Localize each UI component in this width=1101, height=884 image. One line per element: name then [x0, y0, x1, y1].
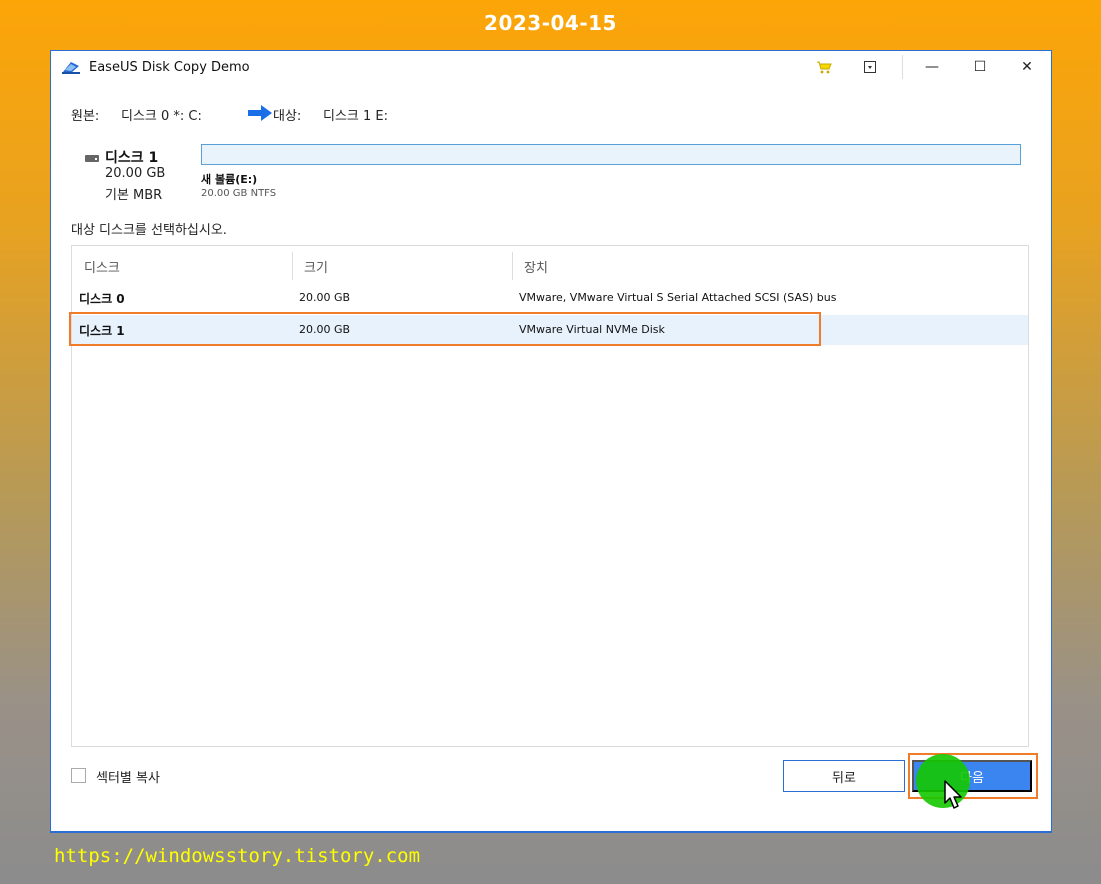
- row-device: VMware, VMware Virtual S Serial Attached…: [519, 291, 837, 304]
- disk-card-name: 디스크 1: [105, 150, 159, 166]
- table-header: 디스크 크기 장치: [72, 246, 1028, 284]
- disk-card-size: 20.00 GB: [105, 166, 166, 181]
- back-button[interactable]: 뒤로: [783, 760, 905, 792]
- row-disk: 디스크 0: [79, 292, 125, 306]
- hard-disk-icon: [85, 155, 99, 162]
- target-value: 디스크 1 E:: [323, 109, 389, 124]
- row-size: 20.00 GB: [299, 291, 351, 304]
- sector-copy-checkbox[interactable]: [71, 768, 86, 783]
- app-logo-icon: [62, 62, 80, 74]
- select-target-prompt: 대상 디스크를 선택하십시오.: [71, 223, 227, 238]
- target-disk-card: 디스크 1 20.00 GB 기본 MBR 새 볼륨(E:) 20.00 GB …: [85, 144, 1025, 207]
- window-title: EaseUS Disk Copy Demo: [89, 60, 250, 75]
- column-divider: [512, 252, 513, 280]
- close-button[interactable]: ✕: [1004, 51, 1050, 83]
- minimize-button[interactable]: —: [909, 51, 955, 83]
- column-header-disk[interactable]: 디스크: [84, 257, 120, 276]
- title-bar: EaseUS Disk Copy Demo — ☐ ✕: [51, 51, 1051, 83]
- source-label: 원본:: [71, 109, 100, 124]
- source-value: 디스크 0 *: C:: [121, 109, 202, 124]
- maximize-button[interactable]: ☐: [957, 51, 1003, 83]
- target-label: 대상:: [273, 109, 302, 124]
- volume-name: 새 볼륨(E:): [201, 173, 258, 186]
- column-header-size[interactable]: 크기: [304, 257, 328, 276]
- date-header: 2023-04-15: [484, 11, 617, 35]
- arrow-right-icon: [248, 105, 272, 121]
- titlebar-divider: [902, 55, 903, 79]
- sector-copy-label: 섹터별 복사: [96, 771, 160, 786]
- cart-icon[interactable]: [816, 60, 832, 74]
- table-row[interactable]: 디스크 0 20.00 GB VMware, VMware Virtual S …: [72, 283, 1028, 313]
- selected-row-highlight: [69, 312, 821, 346]
- source-target-summary: 원본: 디스크 0 *: C: 대상: 디스크 1 E:: [71, 105, 591, 124]
- volume-info: 20.00 GB NTFS: [201, 188, 277, 199]
- disk-card-type: 기본 MBR: [105, 188, 163, 203]
- blog-url: https://windowsstory.tistory.com: [54, 845, 421, 867]
- app-window: EaseUS Disk Copy Demo — ☐ ✕ 원본: 디스크 0 *:…: [50, 50, 1052, 833]
- column-header-device[interactable]: 장치: [524, 257, 548, 276]
- column-divider: [292, 252, 293, 280]
- sector-copy-option[interactable]: 섹터별 복사: [71, 767, 211, 786]
- mouse-pointer-icon: [944, 780, 962, 809]
- partition-bar[interactable]: [201, 144, 1021, 165]
- dropdown-menu-icon[interactable]: [864, 61, 876, 73]
